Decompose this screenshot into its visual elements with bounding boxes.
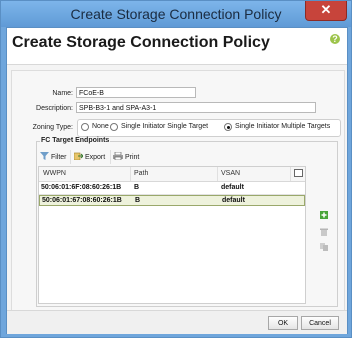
zoning-multiple-targets-radio[interactable]	[224, 123, 232, 131]
table-row[interactable]: 50:06:01:67:08:60:26:1B B default	[39, 195, 305, 206]
column-header-path[interactable]: Path	[134, 170, 148, 177]
dialog-header: Create Storage Connection Policy ?	[7, 28, 347, 64]
title-bar[interactable]: Create Storage Connection Policy ✕	[1, 1, 351, 27]
export-icon	[73, 152, 84, 161]
print-label: Print	[124, 154, 140, 161]
path-cell: B	[135, 197, 141, 204]
column-divider	[290, 167, 291, 181]
column-divider	[217, 167, 218, 181]
table-toolbar: Filter Export Print	[38, 150, 304, 164]
vsan-cell: default	[221, 184, 244, 191]
filter-icon	[40, 152, 49, 160]
print-button[interactable]: Print	[113, 151, 140, 161]
zoning-none-radio[interactable]	[81, 123, 89, 131]
table-header: WWPN Path VSAN	[39, 167, 305, 182]
vsan-cell: default	[222, 197, 245, 204]
delete-icon[interactable]	[320, 228, 328, 236]
zoning-single-target-radio[interactable]	[110, 123, 118, 131]
description-field[interactable]: SPB-B3-1 and SPA-A3-1	[76, 102, 316, 113]
targets-table: WWPN Path VSAN 50:06:01:6F:08:60:26:1B B…	[38, 166, 306, 304]
properties-icon[interactable]	[320, 243, 328, 251]
zoning-none-label[interactable]: None	[92, 123, 109, 130]
wwpn-cell: 50:06:01:67:08:60:26:1B	[42, 197, 122, 204]
help-icon[interactable]: ?	[330, 34, 340, 44]
filter-label: Filter	[50, 154, 67, 161]
ok-button[interactable]: OK	[268, 316, 298, 330]
toolbar-divider	[70, 150, 71, 164]
page-title: Create Storage Connection Policy	[12, 34, 270, 51]
add-icon[interactable]	[320, 211, 328, 219]
header-divider	[7, 64, 347, 65]
print-icon	[113, 151, 123, 161]
filter-button[interactable]: Filter	[40, 152, 67, 161]
wwpn-cell: 50:06:01:6F:08:60:26:1B	[41, 184, 122, 191]
close-button[interactable]: ✕	[305, 1, 347, 21]
path-cell: B	[134, 184, 140, 191]
name-field[interactable]: FCoE-B	[76, 87, 196, 98]
dialog-footer: OK Cancel	[7, 310, 347, 334]
column-header-vsan[interactable]: VSAN	[221, 170, 240, 177]
description-label: Description:	[36, 105, 73, 112]
name-label: Name:	[52, 90, 73, 97]
table-row[interactable]: 50:06:01:6F:08:60:26:1B B default	[39, 183, 305, 195]
close-icon: ✕	[320, 2, 332, 17]
column-chooser-icon[interactable]	[294, 169, 303, 177]
column-header-wwpn[interactable]: WWPN	[43, 170, 66, 177]
export-button[interactable]: Export	[73, 152, 106, 161]
window-title: Create Storage Connection Policy	[70, 6, 282, 22]
dialog-content: Create Storage Connection Policy ? Name:…	[6, 27, 348, 334]
toolbar-divider	[110, 150, 111, 164]
zoning-type-label: Zoning Type:	[32, 124, 73, 131]
column-divider	[130, 167, 131, 181]
export-label: Export	[84, 154, 106, 161]
zoning-multiple-targets-label[interactable]: Single Initiator Multiple Targets	[235, 123, 330, 130]
zoning-single-target-label[interactable]: Single Initiator Single Target	[121, 123, 208, 130]
dialog-window: Create Storage Connection Policy ✕ Creat…	[0, 0, 352, 338]
section-title: FC Target Endpoints	[40, 137, 111, 144]
cancel-button[interactable]: Cancel	[301, 316, 339, 330]
